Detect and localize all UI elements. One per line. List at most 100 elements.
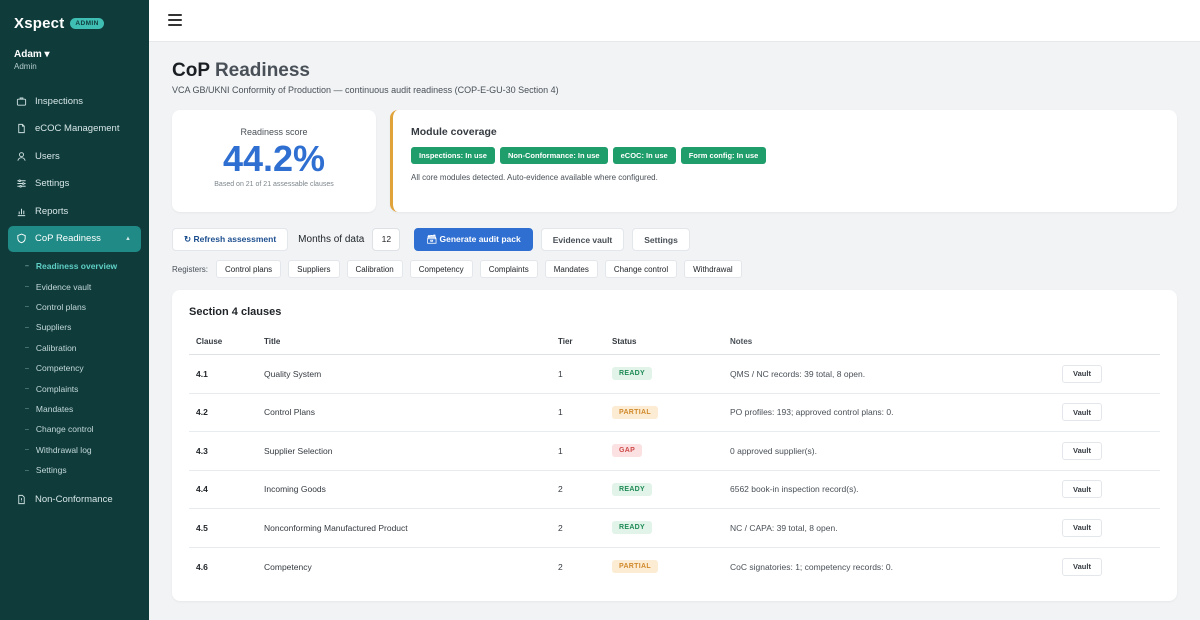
bullet-icon: –	[25, 385, 29, 392]
user-menu[interactable]: Adam ▾ Admin	[14, 49, 50, 71]
sidebar-item-users[interactable]: Users	[8, 143, 141, 169]
vault-button[interactable]: Vault	[1062, 518, 1102, 537]
sidebar-item-cop-readiness[interactable]: CoP Readiness ▲	[8, 225, 141, 252]
clause-title: Supplier Selection	[264, 445, 333, 456]
clause-notes: PO profiles: 193; approved control plans…	[730, 407, 894, 418]
subnav-item-calibration[interactable]: – Calibration	[8, 338, 141, 358]
subnav-item-control-plans[interactable]: – Control plans	[8, 297, 141, 317]
sliders-icon	[16, 178, 27, 189]
section-4-clauses-card: Section 4 clauses Clause Title Tier Stat…	[172, 290, 1177, 601]
status-badge: PARTIAL	[612, 560, 658, 574]
clause-number: 4.4	[196, 484, 208, 495]
register-chip-suppliers[interactable]: Suppliers	[288, 260, 340, 278]
table-row: 4.5 Nonconforming Manufactured Product 2…	[189, 509, 1160, 548]
document-icon	[16, 123, 27, 134]
col-status: Status	[612, 337, 637, 346]
chevron-up-icon[interactable]: ▲	[125, 236, 131, 242]
subnav-item-evidence-vault[interactable]: – Evidence vault	[8, 276, 141, 296]
clause-status-cell: PARTIAL	[612, 405, 730, 419]
hamburger-menu-icon[interactable]	[168, 14, 182, 26]
coverage-badge-ecoc: eCOC: In use	[612, 147, 676, 164]
status-badge: READY	[612, 482, 653, 496]
registers-label: Registers:	[172, 264, 209, 274]
toolbar: ↻ Refresh assessment Months of data 12 🗃…	[172, 228, 690, 251]
hamburger-line	[168, 19, 182, 21]
brand[interactable]: Xspect ADMIN	[14, 15, 104, 32]
subnav-item-change-control[interactable]: – Change control	[8, 419, 141, 439]
sidebar-item-ecoc-management[interactable]: eCOC Management	[8, 116, 141, 142]
months-of-data-input[interactable]: 12	[372, 228, 401, 251]
score-note: Based on 21 of 21 assessable clauses	[214, 181, 334, 188]
clause-actions: Vault	[1062, 480, 1160, 499]
hamburger-line	[168, 24, 182, 26]
register-chip-competency[interactable]: Competency	[409, 260, 473, 278]
register-chip-withdrawal[interactable]: Withdrawal	[684, 260, 742, 278]
clause-notes: 6562 book-in inspection record(s).	[730, 484, 859, 495]
clause-number: 4.2	[196, 407, 208, 418]
sidebar-item-label: CoP Readiness	[35, 233, 101, 245]
settings-button[interactable]: Settings	[632, 228, 690, 251]
clause-notes: QMS / NC records: 39 total, 8 open.	[730, 368, 866, 379]
user-name[interactable]: Adam ▾	[14, 49, 50, 60]
briefcase-icon	[16, 96, 27, 107]
readiness-score-card: Readiness score 44.2% Based on 21 of 21 …	[172, 110, 376, 212]
clause-tier: 2	[558, 561, 563, 572]
subnav-item-competency[interactable]: – Competency	[8, 358, 141, 378]
register-chip-mandates[interactable]: Mandates	[544, 260, 598, 278]
page-title: CoP Readiness	[172, 60, 310, 82]
clause-status-cell: READY	[612, 367, 730, 381]
bullet-icon: –	[25, 262, 29, 270]
clause-title: Incoming Goods	[264, 484, 326, 495]
subnav-item-withdrawal-log[interactable]: – Withdrawal log	[8, 439, 141, 459]
sidebar-item-non-conformance[interactable]: Non-Conformance	[8, 486, 141, 512]
register-chip-complaints[interactable]: Complaints	[479, 260, 538, 278]
sidebar-item-label: Inspections	[35, 95, 84, 107]
subnav-item-mandates[interactable]: – Mandates	[8, 399, 141, 419]
bullet-icon: –	[25, 283, 29, 291]
subnav-label: Competency	[35, 363, 84, 374]
coverage-title: Module coverage	[411, 126, 497, 138]
col-title: Title	[264, 337, 281, 346]
table-header: Clause Title Tier Status Notes	[189, 329, 1160, 355]
vault-button[interactable]: Vault	[1062, 557, 1102, 576]
clause-title: Control Plans	[264, 407, 316, 418]
cop-subnav: – Readiness overview – Evidence vault – Con…	[8, 256, 141, 480]
clause-title: Quality System	[264, 368, 322, 379]
score-label: Readiness score	[240, 127, 308, 137]
sidebar-item-settings[interactable]: Settings	[8, 171, 141, 197]
subnav-item-readiness-overview[interactable]: – Readiness overview	[8, 256, 141, 276]
subnav-item-complaints[interactable]: – Complaints	[8, 378, 141, 398]
sidebar-item-inspections[interactable]: Inspections	[8, 88, 141, 114]
clause-tier: 2	[558, 522, 563, 533]
subnav-item-suppliers[interactable]: – Suppliers	[8, 317, 141, 337]
subnav-label: Control plans	[35, 301, 86, 312]
clause-tier: 1	[558, 368, 563, 379]
clause-actions: Vault	[1062, 364, 1160, 383]
register-chip-calibration[interactable]: Calibration	[346, 260, 403, 278]
sidebar-item-reports[interactable]: Reports	[8, 198, 141, 224]
subnav-label: Complaints	[35, 383, 79, 394]
generate-audit-pack-button[interactable]: 🗃 Generate audit pack	[414, 228, 533, 251]
vault-button[interactable]: Vault	[1062, 441, 1102, 460]
subnav-label: Settings	[35, 465, 67, 476]
subnav-item-settings[interactable]: – Settings	[8, 460, 141, 480]
vault-button[interactable]: Vault	[1062, 403, 1102, 422]
user-icon	[16, 151, 27, 162]
register-chip-control-plans[interactable]: Control plans	[216, 260, 282, 278]
evidence-vault-button[interactable]: Evidence vault	[540, 228, 625, 251]
hamburger-line	[168, 14, 182, 16]
vault-button[interactable]: Vault	[1062, 480, 1102, 499]
col-tier: Tier	[558, 337, 573, 346]
coverage-badge-non-conformance: Non-Conformance: In use	[499, 147, 608, 164]
sidebar-item-label: Non-Conformance	[35, 493, 113, 505]
vault-button[interactable]: Vault	[1062, 364, 1102, 383]
refresh-assessment-button[interactable]: ↻ Refresh assessment	[172, 228, 289, 251]
bullet-icon: –	[25, 364, 29, 372]
clause-tier: 2	[558, 484, 563, 495]
register-chip-change-control[interactable]: Change control	[604, 260, 678, 278]
bullet-icon: –	[25, 466, 29, 474]
table-row: 4.2 Control Plans 1 PARTIAL PO profiles:…	[189, 394, 1160, 432]
subnav-label: Suppliers	[35, 322, 72, 333]
clause-actions: Vault	[1062, 518, 1160, 537]
coverage-note: All core modules detected. Auto-evidence…	[411, 173, 658, 182]
